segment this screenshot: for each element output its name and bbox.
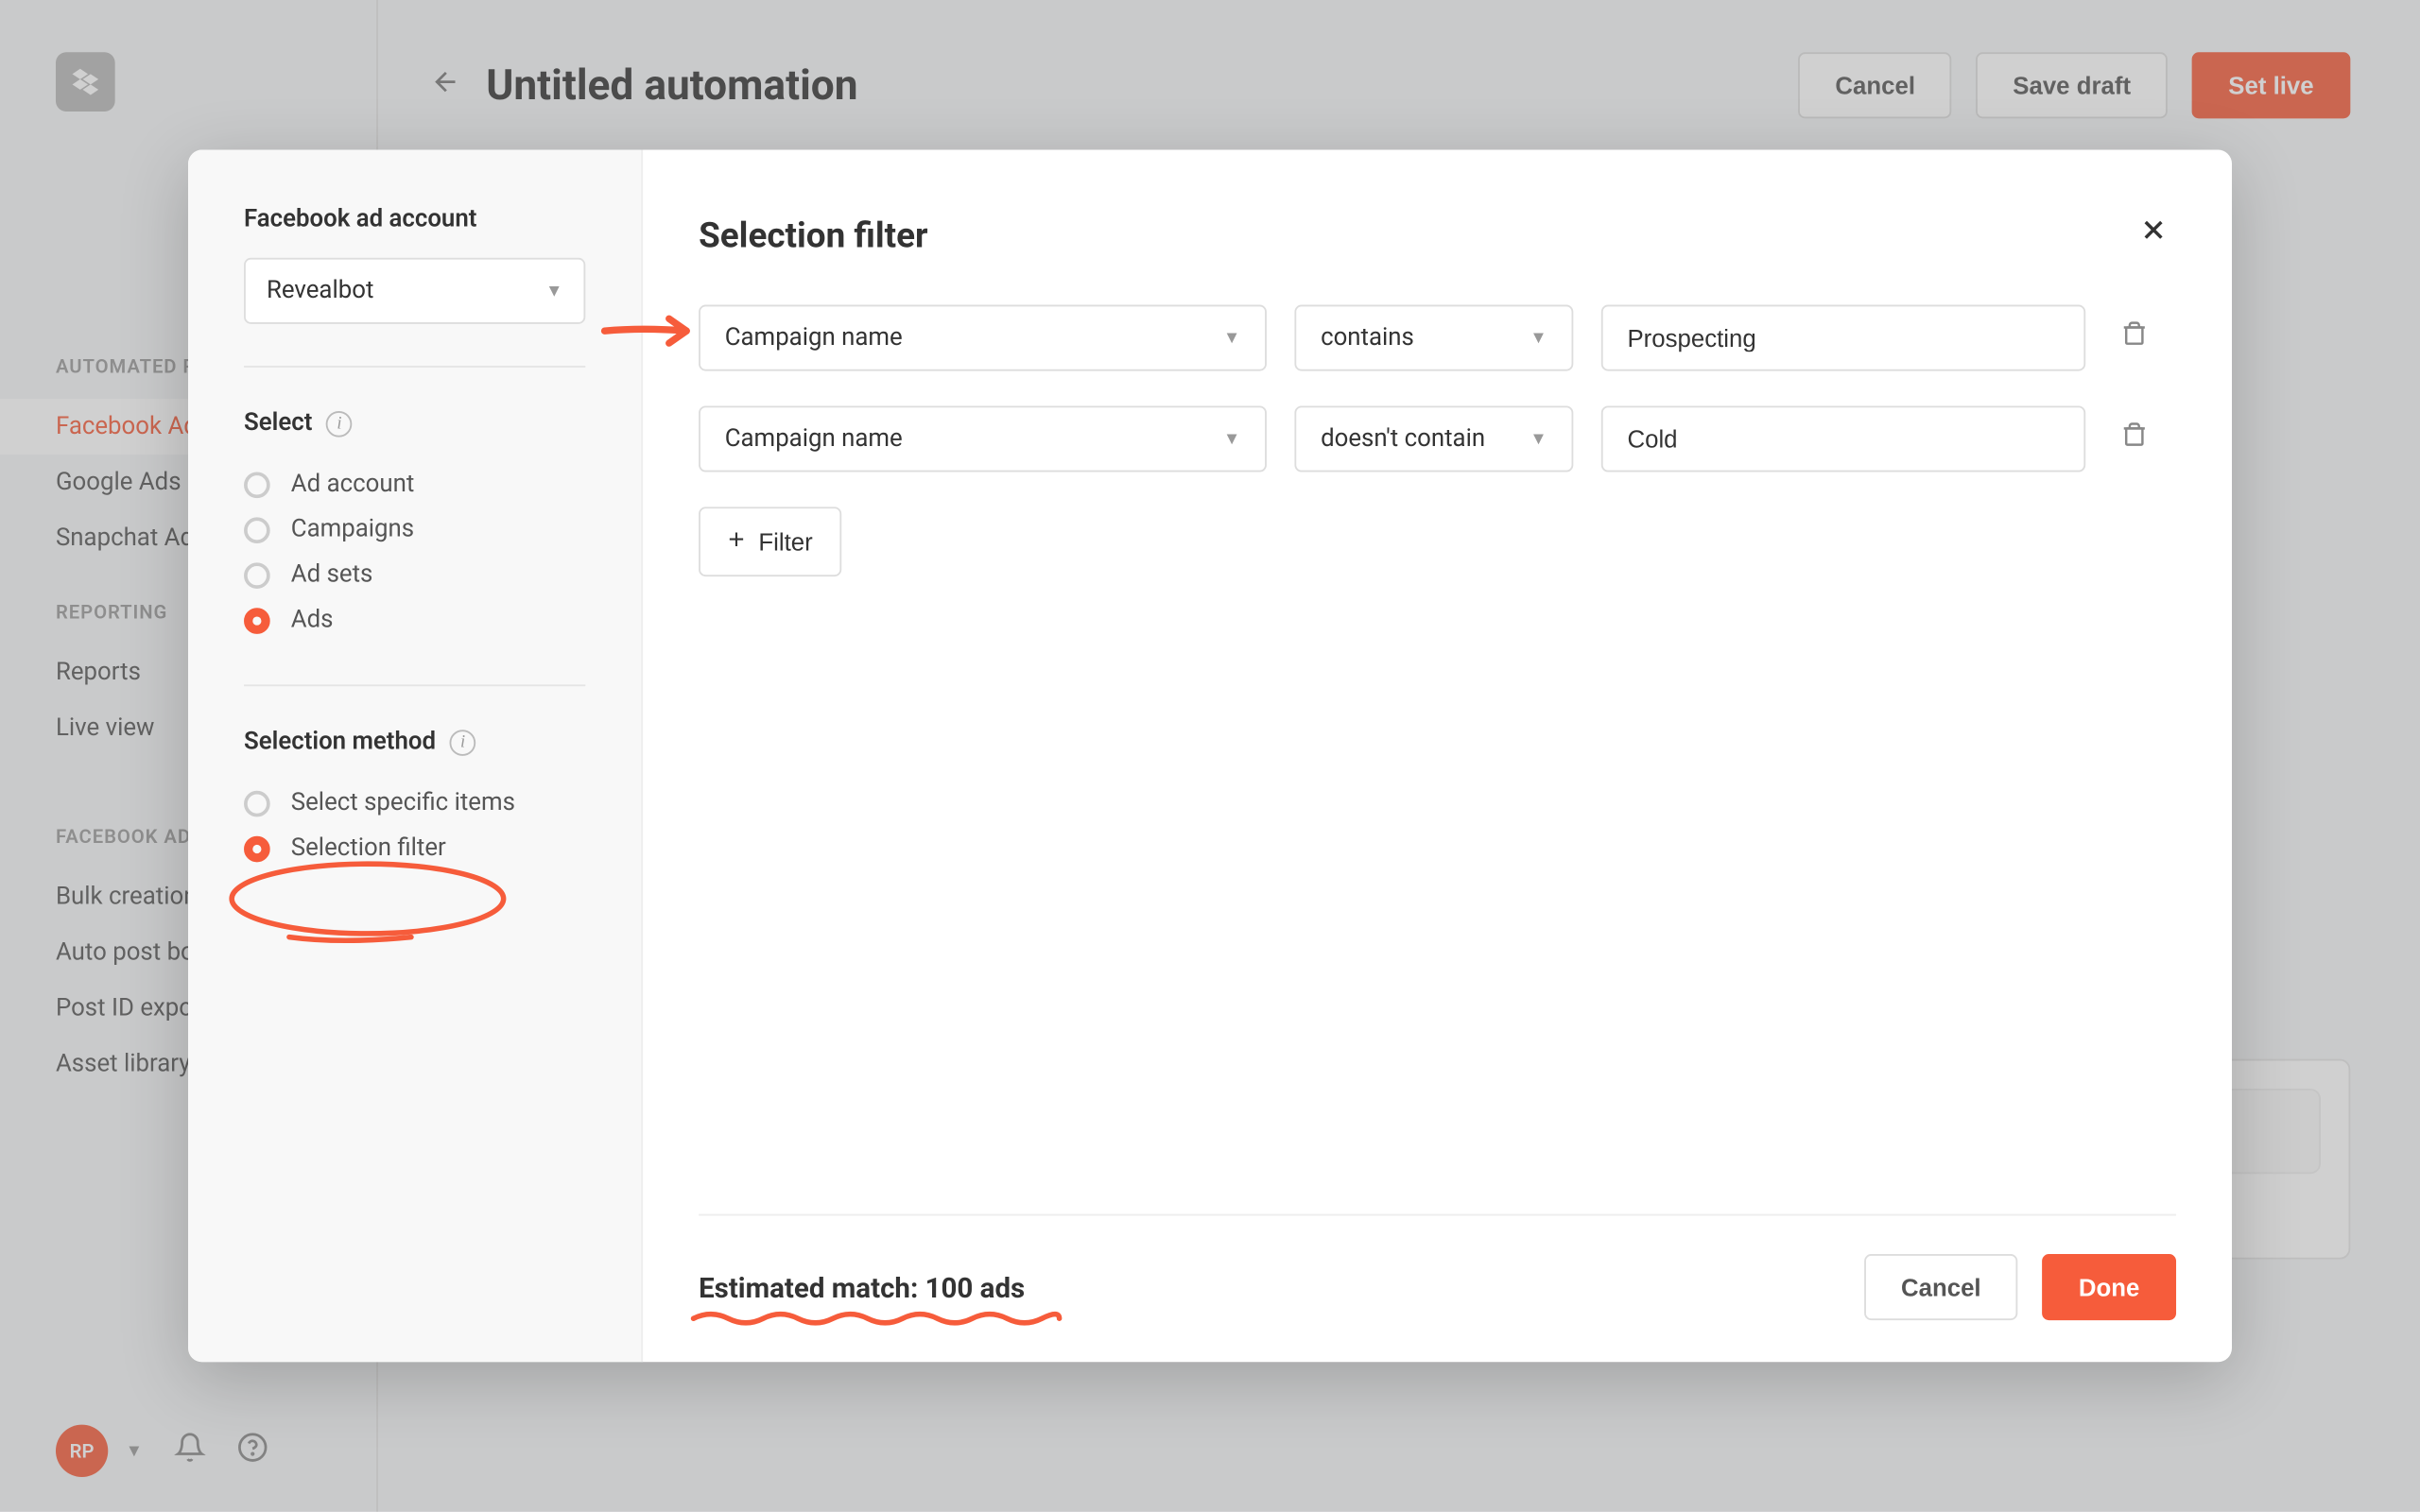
modal-footer: Estimated match: 100 ads Cancel Done bbox=[699, 1214, 2176, 1320]
radio-ads[interactable]: Ads bbox=[244, 597, 585, 643]
estimated-match-text: Estimated match: 100 ads bbox=[699, 1271, 1025, 1304]
radio-icon bbox=[244, 790, 270, 816]
filter-field-select[interactable]: Campaign name ▼ bbox=[699, 305, 1267, 371]
chevron-down-icon: ▼ bbox=[1530, 429, 1547, 448]
radio-icon bbox=[244, 561, 270, 588]
filter-operator-select[interactable]: doesn't contain ▼ bbox=[1294, 405, 1573, 472]
chevron-down-icon: ▼ bbox=[1530, 328, 1547, 347]
modal-sidebar: Facebook ad account Revealbot ▼ Select i… bbox=[188, 150, 643, 1363]
modal-main: Selection filter Campaign name ▼ contain… bbox=[643, 150, 2232, 1363]
plus-icon: + bbox=[728, 526, 744, 558]
selection-filter-modal: Facebook ad account Revealbot ▼ Select i… bbox=[188, 150, 2232, 1363]
chevron-down-icon: ▼ bbox=[1223, 429, 1240, 448]
filter-row-2: Campaign name ▼ doesn't contain ▼ bbox=[699, 405, 2176, 472]
add-filter-button[interactable]: + Filter bbox=[699, 507, 842, 576]
filter-value-input[interactable] bbox=[1601, 405, 2085, 472]
add-filter-label: Filter bbox=[758, 527, 812, 555]
info-icon[interactable]: i bbox=[450, 729, 476, 755]
radio-icon bbox=[244, 516, 270, 542]
radio-selection-filter[interactable]: Selection filter bbox=[244, 826, 585, 871]
radio-ad-sets[interactable]: Ad sets bbox=[244, 552, 585, 597]
radio-specific-items[interactable]: Select specific items bbox=[244, 781, 585, 826]
filter-field-value: Campaign name bbox=[725, 324, 903, 352]
radio-icon bbox=[244, 472, 270, 498]
close-button[interactable] bbox=[2131, 205, 2176, 263]
delete-filter-button[interactable] bbox=[2114, 415, 2155, 464]
filter-operator-select[interactable]: contains ▼ bbox=[1294, 305, 1573, 371]
radio-label: Ad account bbox=[291, 471, 414, 498]
radio-label: Ad sets bbox=[291, 560, 373, 588]
selection-method-label: Selection method bbox=[244, 728, 436, 755]
select-level-label: Select bbox=[244, 409, 312, 437]
radio-ad-account[interactable]: Ad account bbox=[244, 461, 585, 507]
ad-account-value: Revealbot bbox=[267, 277, 373, 304]
modal-cancel-button[interactable]: Cancel bbox=[1864, 1254, 2017, 1320]
trash-icon bbox=[2120, 320, 2148, 348]
radio-label: Ads bbox=[291, 606, 334, 633]
close-icon bbox=[2137, 215, 2169, 246]
radio-campaigns[interactable]: Campaigns bbox=[244, 507, 585, 552]
trash-icon bbox=[2120, 421, 2148, 449]
filter-row-1: Campaign name ▼ contains ▼ bbox=[699, 305, 2176, 371]
delete-filter-button[interactable] bbox=[2114, 314, 2155, 363]
radio-icon-checked bbox=[244, 835, 270, 862]
radio-label: Campaigns bbox=[291, 516, 414, 543]
modal-done-button[interactable]: Done bbox=[2042, 1254, 2176, 1320]
filter-field-value: Campaign name bbox=[725, 425, 903, 453]
ad-account-label: Facebook ad account bbox=[244, 205, 585, 232]
filter-field-select[interactable]: Campaign name ▼ bbox=[699, 405, 1267, 472]
radio-icon-checked bbox=[244, 607, 270, 633]
filter-operator-value: contains bbox=[1321, 324, 1414, 352]
radio-label: Selection filter bbox=[291, 834, 446, 862]
radio-label: Select specific items bbox=[291, 789, 515, 816]
chevron-down-icon: ▼ bbox=[1223, 328, 1240, 347]
filter-operator-value: doesn't contain bbox=[1321, 425, 1485, 453]
chevron-down-icon: ▼ bbox=[545, 282, 562, 301]
ad-account-select[interactable]: Revealbot ▼ bbox=[244, 258, 585, 324]
info-icon[interactable]: i bbox=[326, 410, 353, 437]
filter-value-input[interactable] bbox=[1601, 305, 2085, 371]
modal-title: Selection filter bbox=[699, 214, 927, 255]
